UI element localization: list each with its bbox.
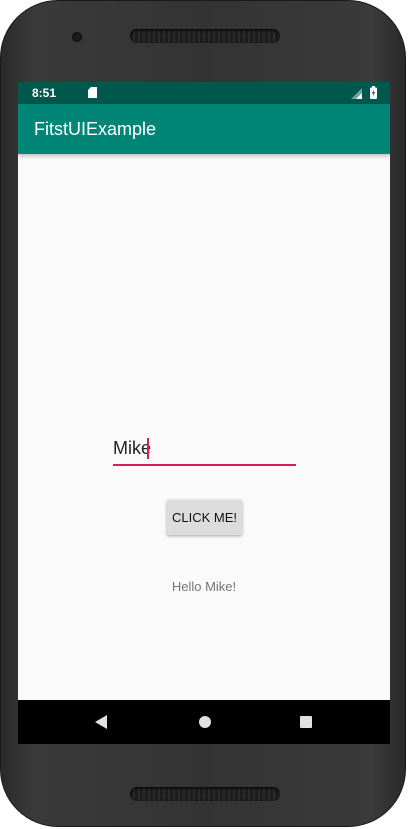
phone-frame: 8:51 FitstUIExample CLICK ME! Hello Mike… xyxy=(0,0,406,827)
app-title: FitstUIExample xyxy=(34,119,157,139)
home-icon[interactable] xyxy=(199,716,211,728)
sd-card-icon xyxy=(88,87,97,98)
bottom-speaker-grille xyxy=(130,787,280,801)
recents-icon[interactable] xyxy=(300,716,312,728)
front-camera xyxy=(72,32,82,42)
click-me-button[interactable]: CLICK ME! xyxy=(167,500,242,535)
text-cursor xyxy=(147,438,149,459)
back-icon[interactable] xyxy=(94,715,108,729)
status-bar: 8:51 xyxy=(18,82,390,104)
name-input[interactable] xyxy=(113,434,296,466)
top-speaker-grille xyxy=(130,29,280,43)
greeting-text: Hello Mike! xyxy=(171,579,237,594)
navigation-bar xyxy=(18,700,390,744)
app-bar: FitstUIExample xyxy=(18,104,390,154)
device-screen: 8:51 FitstUIExample CLICK ME! Hello Mike… xyxy=(18,82,390,744)
signal-icon xyxy=(351,88,362,99)
battery-icon xyxy=(370,86,377,99)
status-time: 8:51 xyxy=(32,86,57,100)
